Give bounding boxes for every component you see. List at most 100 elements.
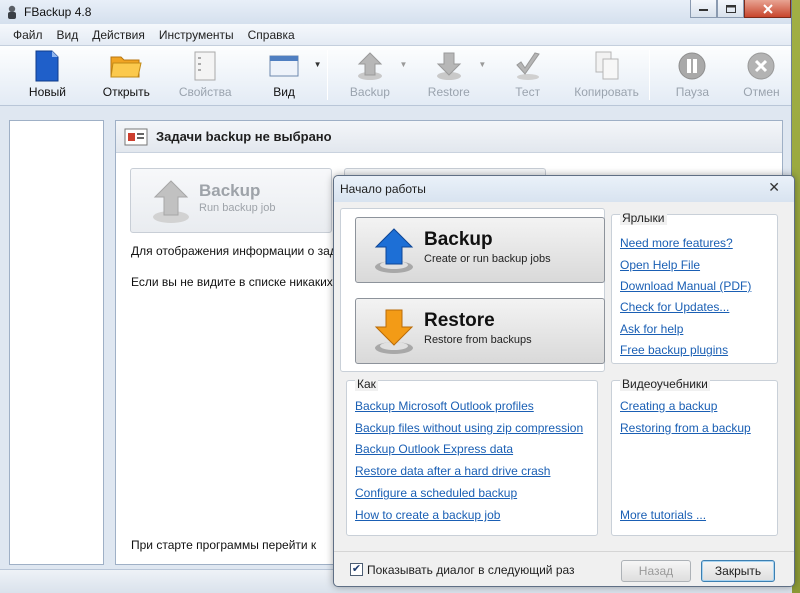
- menu-actions[interactable]: Действия: [85, 28, 152, 42]
- dialog-backup-subtitle: Create or run backup jobs: [424, 253, 551, 265]
- open-button[interactable]: Открыть: [87, 46, 166, 104]
- restore-arrow-icon: [436, 52, 462, 80]
- view-button[interactable]: Вид ▼: [245, 46, 324, 104]
- properties-button[interactable]: Свойства: [166, 46, 245, 104]
- view-label: Вид: [273, 85, 295, 99]
- close-button[interactable]: Закрыть: [701, 560, 775, 582]
- cancel-icon: [747, 52, 775, 80]
- cancel-toolbar-button[interactable]: Отмен: [732, 46, 791, 104]
- checkmark-icon: [515, 52, 540, 80]
- link-no-zip-compression[interactable]: Backup files without using zip compressi…: [355, 421, 583, 435]
- startup-text: При старте программы перейти к: [131, 538, 317, 552]
- link-hard-drive-crash[interactable]: Restore data after a hard drive crash: [355, 464, 550, 478]
- show-dialog-label[interactable]: Показывать диалог в следующий раз: [367, 563, 575, 577]
- backup-label: Backup: [349, 85, 390, 99]
- dialog-restore-subtitle: Restore from backups: [424, 334, 532, 346]
- pause-icon: [678, 52, 706, 80]
- restore-dropdown-arrow-icon[interactable]: ▼: [478, 60, 486, 69]
- minimize-button[interactable]: [690, 0, 717, 18]
- howto-panel: Как Backup Microsoft Outlook profiles Ba…: [346, 377, 598, 536]
- open-label: Открыть: [102, 85, 150, 99]
- howto-title: Как: [355, 377, 378, 391]
- cancel-label: Отмен: [743, 85, 780, 99]
- link-ask-for-help[interactable]: Ask for help: [620, 322, 683, 336]
- link-outlook-profiles[interactable]: Backup Microsoft Outlook profiles: [355, 399, 534, 413]
- link-check-updates[interactable]: Check for Updates...: [620, 300, 729, 314]
- link-outlook-express[interactable]: Backup Outlook Express data: [355, 442, 513, 456]
- title-bar: FBackup 4.8: [0, 0, 791, 24]
- backup-arrow-icon: [374, 228, 414, 273]
- maximize-button[interactable]: [717, 0, 744, 18]
- job-status-icon: [124, 128, 148, 145]
- test-label: Тест: [515, 85, 541, 99]
- restore-label: Restore: [427, 85, 470, 99]
- dialog-footer: ✔ Показывать диалог в следующий раз Наза…: [334, 551, 794, 586]
- dialog-restore-button[interactable]: Restore Restore from backups: [355, 298, 605, 364]
- getting-started-dialog: Начало работы ✕ Backup Create or run bac…: [333, 175, 795, 587]
- run-backup-job-button[interactable]: Backup Run backup job: [130, 168, 332, 233]
- dialog-backup-button[interactable]: Backup Create or run backup jobs: [355, 217, 605, 283]
- menu-tools[interactable]: Инструменты: [152, 28, 241, 42]
- view-dropdown-arrow-icon[interactable]: ▼: [314, 60, 322, 69]
- restore-arrow-icon: [374, 309, 414, 354]
- folder-icon: [110, 56, 142, 78]
- menu-file[interactable]: Файл: [6, 28, 50, 42]
- link-create-backup-job[interactable]: How to create a backup job: [355, 508, 500, 522]
- show-dialog-checkbox[interactable]: ✔: [350, 563, 363, 576]
- backup-toolbar-button[interactable]: Backup ▼: [331, 46, 410, 104]
- test-button[interactable]: Тест: [488, 46, 567, 104]
- app-icon: [8, 5, 16, 19]
- run-backup-title: Backup: [199, 181, 261, 200]
- link-creating-backup[interactable]: Creating a backup: [620, 399, 717, 413]
- close-window-button[interactable]: [744, 0, 791, 18]
- dialog-restore-title: Restore: [424, 310, 495, 331]
- restore-toolbar-button[interactable]: Restore ▼: [409, 46, 488, 104]
- backup-arrow-icon: [357, 52, 383, 80]
- backup-arrow-icon: [153, 180, 189, 223]
- menu-help[interactable]: Справка: [241, 28, 302, 42]
- window-controls: [690, 0, 791, 18]
- backup-dropdown-arrow-icon[interactable]: ▼: [399, 60, 407, 69]
- properties-icon: [194, 51, 216, 81]
- toolbar: Новый Открыть Свойства Вид ▼ Backup ▼ Re…: [0, 46, 791, 106]
- new-job-icon: [35, 50, 59, 82]
- link-need-more-features[interactable]: Need more features?: [620, 236, 733, 250]
- run-backup-subtitle: Run backup job: [199, 202, 276, 214]
- shortcuts-title: Ярлыки: [620, 211, 667, 225]
- new-label: Новый: [28, 85, 66, 99]
- dialog-close-icon[interactable]: ✕: [768, 179, 780, 196]
- back-button[interactable]: Назад: [621, 560, 691, 582]
- link-open-help-file[interactable]: Open Help File: [620, 258, 700, 272]
- properties-label: Свойства: [178, 85, 232, 99]
- close-icon: [762, 3, 773, 14]
- copy-button[interactable]: Копировать: [567, 46, 646, 104]
- backup-jobs-list[interactable]: [9, 120, 104, 565]
- toolbar-separator: [326, 50, 328, 100]
- tutorials-title: Видеоучебники: [620, 377, 710, 391]
- window-title: FBackup 4.8: [24, 5, 92, 19]
- job-header-title: Задачи backup не выбрано: [156, 129, 332, 144]
- link-scheduled-backup[interactable]: Configure a scheduled backup: [355, 486, 517, 500]
- copy-icon: [595, 51, 619, 80]
- link-download-manual[interactable]: Download Manual (PDF): [620, 279, 751, 293]
- minimize-icon: [699, 8, 708, 11]
- link-restoring-backup[interactable]: Restoring from a backup: [620, 421, 751, 435]
- toolbar-separator: [649, 50, 650, 100]
- actions-panel: Backup Create or run backup jobs Restore…: [340, 208, 605, 372]
- job-header: Задачи backup не выбрано: [116, 121, 782, 153]
- maximize-icon: [725, 4, 736, 13]
- menu-bar: Файл Вид Действия Инструменты Справка: [0, 24, 791, 46]
- hint-text: Если вы не видите в списке никаких з: [131, 275, 342, 289]
- pause-button[interactable]: Пауза: [653, 46, 732, 104]
- pause-label: Пауза: [675, 85, 710, 99]
- dialog-title-bar: Начало работы ✕: [334, 176, 794, 202]
- view-icon: [269, 55, 299, 77]
- link-more-tutorials[interactable]: More tutorials ...: [620, 508, 706, 522]
- shortcuts-panel: Ярлыки Need more features? Open Help Fil…: [611, 211, 778, 364]
- dialog-backup-title: Backup: [424, 229, 493, 250]
- menu-view[interactable]: Вид: [50, 28, 86, 42]
- info-text: Для отображения информации о зад: [131, 244, 337, 258]
- new-button[interactable]: Новый: [8, 46, 87, 104]
- dialog-title: Начало работы: [340, 182, 426, 196]
- link-free-plugins[interactable]: Free backup plugins: [620, 343, 728, 357]
